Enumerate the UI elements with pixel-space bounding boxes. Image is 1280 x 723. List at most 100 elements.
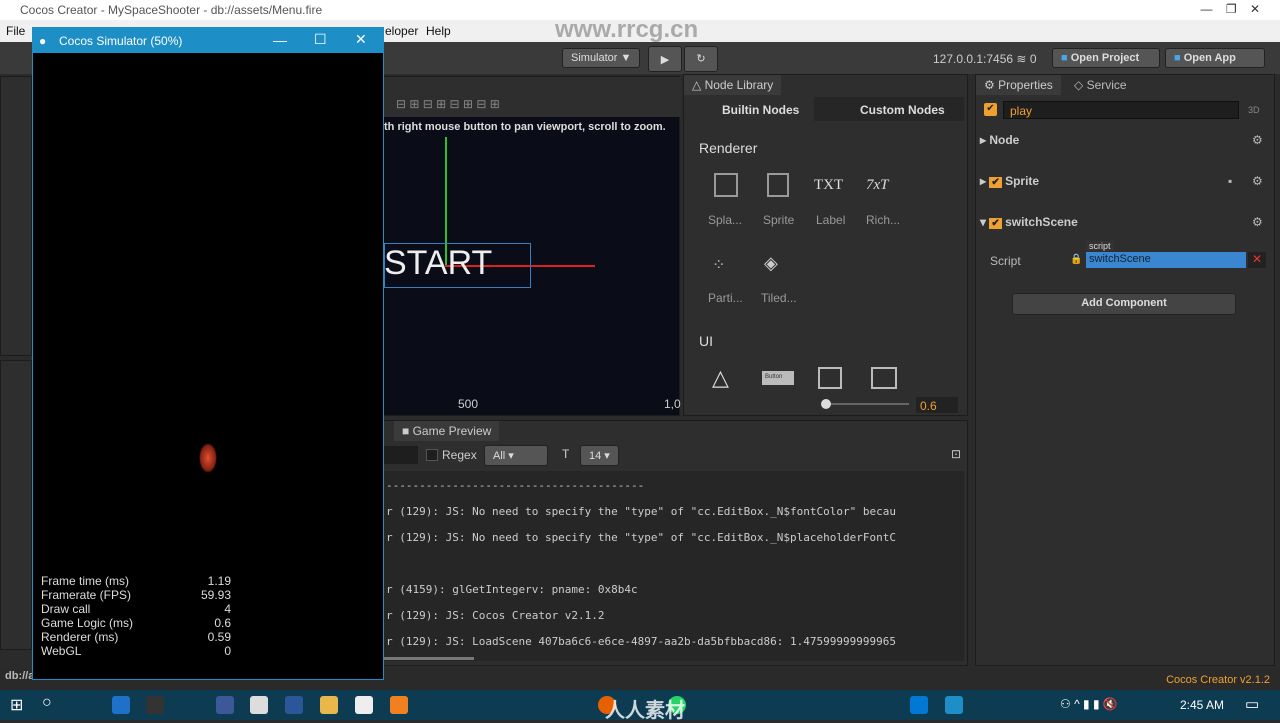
play-button[interactable]: ▶ [648,46,682,72]
label-icon[interactable]: TXT [814,177,843,194]
stat-row: WebGL 0 [41,644,231,658]
splash-sprite-icon[interactable] [714,173,738,197]
start-label: START [384,244,493,282]
stat-row: Framerate (FPS) 59.93 [41,588,231,602]
ui-heading: UI [699,333,713,349]
cmd-icon[interactable] [146,696,164,714]
tab-builtin-nodes[interactable]: Builtin Nodes [722,103,799,117]
richtext-icon[interactable]: 7xT [866,177,889,194]
renderer-heading: Renderer [699,140,758,156]
zoom-slider-handle[interactable] [821,399,831,409]
regex-checkbox[interactable] [426,449,438,461]
word-icon[interactable] [285,696,303,714]
open-project-label: Open Project [1070,52,1140,64]
windows-start-icon[interactable]: ⊞ [10,695,23,715]
gear-icon[interactable]: ⚙ [1252,133,1263,147]
sprite-icon[interactable] [767,173,789,197]
node-active-checkbox[interactable]: ✔ [984,103,997,116]
stat-row: Game Logic (ms) 0.6 [41,616,231,630]
window-controls-icon[interactable]: — ❐ ✕ [1201,2,1260,16]
player-ship [199,443,217,473]
ruler-tick: 500 [458,397,479,411]
cocos-taskbar-icon[interactable] [945,696,963,714]
font-size-select[interactable]: 14 ▾ [580,445,619,466]
console-log[interactable]: --------------------------------------- … [384,471,964,661]
add-component-button[interactable]: Add Component [1012,293,1236,315]
tab-label: Node Library [704,78,774,92]
cortana-icon[interactable]: ○ [42,694,52,712]
console-search-input[interactable] [384,446,418,464]
assets-panel [0,360,32,650]
vlc-icon[interactable] [390,696,408,714]
book-icon[interactable]: ▪ [1228,174,1232,188]
tab-node-library[interactable]: △ Node Library [684,75,782,95]
switchscene-section[interactable]: ▾ ✔ switchScene [980,215,1078,229]
service-icon: ◇ [1074,78,1084,92]
section-label: Node [989,133,1020,147]
refresh-button[interactable]: ↻ [684,46,718,72]
scene-panel[interactable]: ⊟ ⊞ ⊟ ⊞ ⊟ ⊞ ⊟ ⊞ th right mouse button to… [383,76,681,416]
align-tools-icon[interactable]: ⊟ ⊞ ⊟ ⊞ ⊟ ⊞ ⊟ ⊞ [396,97,500,111]
minimize-icon[interactable]: — [273,32,287,48]
gear-icon[interactable]: ⚙ [1252,174,1263,188]
log-line: --------------------------------------- [386,479,645,492]
simulator-title-bar[interactable]: ● Cocos Simulator (50%) — ☐ ✕ [33,28,383,53]
simulator-window[interactable]: ● Cocos Simulator (50%) — ☐ ✕ Frame time… [32,27,384,680]
menu-file[interactable]: File [6,24,25,38]
particle-icon[interactable]: ⁘ [712,255,725,275]
edge-icon[interactable] [112,696,130,714]
button-node-icon[interactable]: Button [762,371,794,385]
folder-icon: ■ [1174,52,1181,64]
stat-label: WebGL [41,644,82,658]
node-section[interactable]: ▸ Node [980,133,1019,147]
script-asset-field[interactable]: switchScene [1086,252,1246,268]
zoom-value[interactable]: 0.6 [916,397,958,413]
close-icon[interactable]: ✕ [355,31,367,48]
gear-icon[interactable]: ⚙ [1252,215,1263,229]
facebook-icon[interactable] [216,696,234,714]
notifications-icon[interactable]: ▭ [1245,695,1259,713]
log-line: r (129): JS: Cocos Creator v2.1.2 [386,609,605,622]
collapse-icon[interactable]: ⊡ [951,447,961,461]
sprite-section[interactable]: ▸ ✔ Sprite [980,174,1039,188]
tab-service[interactable]: ◇ Service [1074,78,1127,92]
mail-icon[interactable] [355,696,373,714]
3d-toggle[interactable]: 3D [1248,105,1260,115]
stat-value: 59.93 [200,588,231,602]
tray-icons[interactable]: ⚇ ^ ▮ ▮ 🔇 [1060,697,1118,711]
stat-label: Draw call [41,602,91,616]
clock[interactable]: 2:45 AM [1180,698,1224,712]
log-line: r (129): JS: LoadScene 407ba6c6-e6ce-489… [386,635,896,648]
watermark-logo: 人人素材 [605,700,685,722]
tab-custom-nodes[interactable]: Custom Nodes [814,97,964,121]
open-project-button[interactable]: ■ Open Project [1052,48,1160,68]
node-item-label: Sprite [763,213,795,227]
switchscene-checkbox[interactable]: ✔ [989,218,1002,229]
scrollview-icon[interactable] [871,367,897,389]
node-name-input[interactable]: play [1003,101,1239,119]
log-level-select[interactable]: All ▾ [484,445,548,466]
stat-value: 4 [224,602,231,616]
tab-properties[interactable]: ⚙ Properties [976,75,1061,95]
menu-developer[interactable]: eloper [385,24,418,38]
simulator-title: Cocos Simulator (50%) [59,34,183,48]
widget-icon[interactable]: △ [712,365,729,391]
script-label: Script [990,254,1021,268]
calculator-icon[interactable] [250,696,268,714]
open-app-label: Open App [1183,52,1236,64]
clear-script-icon[interactable]: ✕ [1248,252,1266,268]
tab-game-preview[interactable]: ■ Game Preview [394,421,500,441]
maximize-icon[interactable]: ☐ [314,31,327,48]
zoom-slider[interactable] [824,403,909,405]
ruler-tick: 1,0 [664,397,681,411]
vscode-icon[interactable] [910,696,928,714]
open-app-button[interactable]: ■ Open App [1165,48,1265,68]
tiledmap-icon[interactable]: ◈ [764,253,778,274]
menu-help[interactable]: Help [426,24,451,38]
sprite-checkbox[interactable]: ✔ [989,177,1002,188]
horizontal-scrollbar[interactable] [384,657,474,660]
file-explorer-icon[interactable] [320,696,338,714]
layout-icon[interactable] [818,367,842,389]
tab-label: Service [1086,78,1127,92]
platform-select[interactable]: Simulator ▼ [562,48,641,68]
